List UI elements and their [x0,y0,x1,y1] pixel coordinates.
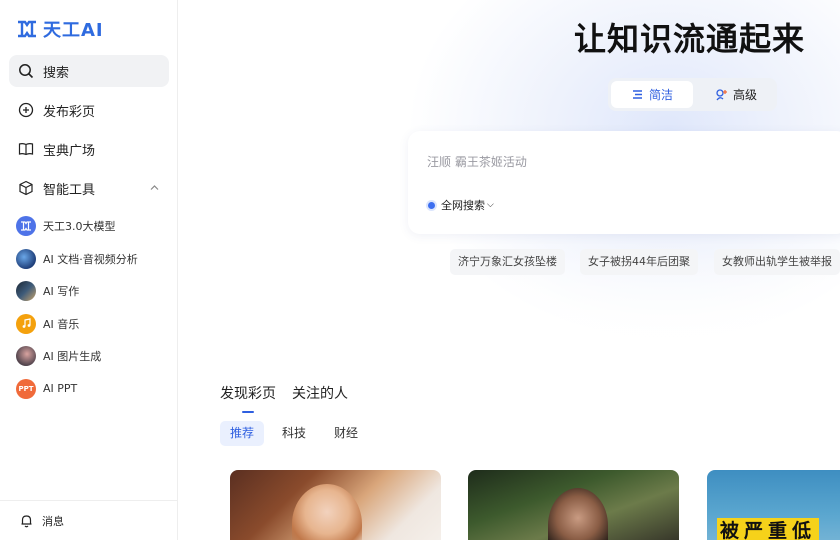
card-caption: 被严重低 [717,518,820,540]
tab-following[interactable]: 关注的人 [292,383,348,413]
sidebar-item-search[interactable]: 搜索 [9,55,169,87]
sidebar-item-label: 发布彩页 [43,104,96,120]
category-finance[interactable]: 财经 [324,421,368,446]
hero-title: 让知识流通起来 [574,20,806,58]
tool-item-label: AI 图片生成 [43,350,102,363]
category-tech[interactable]: 科技 [272,421,316,446]
feed-card[interactable]: 被严重低 [707,470,840,540]
plus-circle-icon [18,102,34,118]
category-filters: 推荐 科技 财经 [220,421,376,446]
music-icon [16,313,36,334]
mode-simple-label: 简洁 [648,88,673,102]
tool-item-label: AI 写作 [43,285,80,298]
messages-label: 消息 [42,514,64,528]
tool-item-label: 天工3.0大模型 [43,220,116,233]
tool-item-tiangong-model[interactable]: 天工3.0大模型 [16,216,166,236]
search-icon [19,64,34,79]
hot-topics: 济宁万象汇女孩坠楼 女子被拐44年后团聚 女教师出轨学生被举报 [450,249,840,275]
book-icon [18,143,34,156]
mode-simple-button[interactable]: 简洁 [611,81,693,108]
search-mode-toggle: 简洁 高级 [608,78,777,111]
chevron-down-icon: ⌵ [487,200,494,210]
tool-item-label: AI 文档·音视频分析 [43,252,138,266]
tool-item-doc-analysis[interactable]: AI 文档·音视频分析 [16,248,166,269]
feed-card[interactable] [230,470,441,540]
doc-analysis-icon [16,248,36,269]
tool-item-label: AI 音乐 [43,317,80,331]
tool-item-writing[interactable]: AI 写作 [16,281,166,301]
sidebar-nav: 搜索 发布彩页 宝典广场 智能工具 [9,55,169,211]
category-recommended[interactable]: 推荐 [220,421,265,446]
tool-list: 天工3.0大模型 AI 文档·音视频分析 AI 写作 AI 音乐 AI 图片生成… [16,216,166,411]
bell-icon [21,515,32,528]
messages-button[interactable]: 消息 [0,500,178,540]
writing-icon [16,281,36,301]
search-input[interactable] [427,152,827,172]
scope-dot-icon [428,201,435,209]
hot-topic-chip[interactable]: 女子被拐44年后团聚 [580,249,698,275]
card-image [548,488,608,540]
tool-item-image-gen[interactable]: AI 图片生成 [16,346,166,366]
sidebar-item-label: 智能工具 [43,182,96,198]
hot-topic-chip[interactable]: 女教师出轨学生被举报 [714,249,840,275]
advanced-search-icon [716,89,727,101]
logo-text: 天工AI [43,20,104,41]
ppt-icon: PPT [16,378,36,399]
sidebar-item-label: 宝典广场 [43,143,96,159]
mode-advanced-label: 高级 [732,88,757,102]
sidebar-item-guide-square[interactable]: 宝典广场 [9,133,169,165]
logo[interactable]: 天工AI [16,16,104,42]
list-icon [632,90,642,99]
search-scope-label: 全网搜索 [441,199,485,212]
tiangong-logo-icon [18,20,36,38]
feed-tabs: 发现彩页 关注的人 [220,383,364,413]
sidebar-item-smart-tools[interactable]: 智能工具 [9,172,169,204]
sidebar-item-label: 搜索 [43,65,70,81]
tool-item-label: AI PPT [43,382,78,395]
search-scope-dropdown[interactable]: 全网搜索 ⌵ [428,197,494,213]
hot-topic-chip[interactable]: 济宁万象汇女孩坠楼 [450,249,565,275]
feed-card[interactable] [468,470,679,540]
sidebar-item-publish[interactable]: 发布彩页 [9,94,169,126]
tool-item-music[interactable]: AI 音乐 [16,313,166,334]
cube-icon [19,180,33,196]
tool-item-ppt[interactable]: PPT AI PPT [16,378,166,399]
sidebar: 天工AI 搜索 发布彩页 宝典广场 智能工具 天工3.0大模型 AI 文档·音视… [0,0,178,540]
card-image [292,484,362,540]
main-content: 让知识流通起来 简洁 高级 全网搜索 ⌵ 济宁万象汇女孩坠楼 女子被拐44年后团… [178,0,840,540]
tiangong-model-icon [16,216,36,236]
tab-discover[interactable]: 发现彩页 [220,383,276,413]
chevron-up-icon[interactable] [148,181,161,194]
mode-advanced-button[interactable]: 高级 [700,81,772,108]
search-box: 全网搜索 ⌵ [408,131,840,234]
image-gen-icon [16,346,36,366]
